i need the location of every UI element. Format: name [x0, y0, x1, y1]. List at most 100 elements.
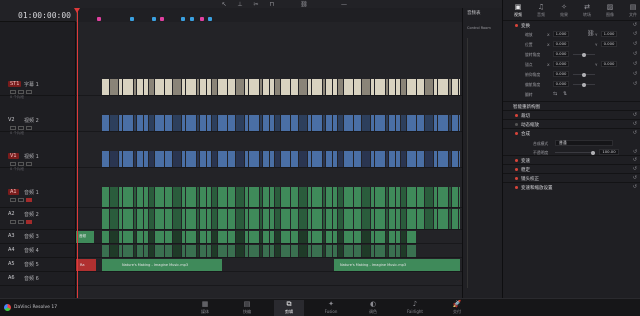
audio-clip[interactable] — [182, 231, 185, 243]
reset-icon[interactable]: ↺ — [633, 175, 637, 181]
audio-clip[interactable] — [449, 209, 451, 229]
video-clip[interactable] — [401, 115, 406, 131]
track-name[interactable]: 音频 5 — [24, 261, 39, 268]
video-clip[interactable] — [452, 151, 458, 167]
page-tab-5[interactable]: ♪ Fairlight — [400, 300, 430, 316]
timeline-area[interactable]: 音频 Nature's Making - Imagine Music.mp3 Nat… — [76, 22, 462, 298]
video-clip[interactable] — [102, 151, 109, 167]
video-clip[interactable] — [249, 151, 259, 167]
timeline-marker[interactable] — [200, 17, 204, 21]
audio-clip[interactable] — [123, 209, 133, 229]
audio-clip[interactable] — [291, 187, 298, 207]
audio-clip[interactable] — [137, 187, 143, 207]
audio-clip[interactable] — [134, 187, 136, 207]
audio-clip[interactable] — [459, 187, 460, 207]
subtitle-clip[interactable] — [218, 79, 227, 95]
audio-clip[interactable] — [123, 187, 133, 207]
subtitle-clip[interactable] — [326, 79, 332, 95]
pitch-field[interactable]: 0.000 — [553, 71, 569, 77]
audio-clip[interactable] — [173, 231, 181, 243]
video-clip[interactable] — [123, 115, 133, 131]
video-clip[interactable] — [323, 115, 325, 131]
page-tab-6[interactable]: 🚀 交付 — [442, 300, 472, 316]
audio-clip[interactable] — [407, 231, 416, 243]
audio-clip[interactable] — [459, 209, 460, 229]
video-clip[interactable] — [323, 151, 325, 167]
video-clip[interactable] — [173, 151, 181, 167]
audio-clip[interactable] — [212, 245, 217, 257]
reset-icon[interactable]: ↺ — [633, 130, 637, 136]
video-clip[interactable] — [354, 151, 361, 167]
video-clip[interactable] — [149, 151, 154, 167]
video-clip[interactable] — [459, 151, 460, 167]
audio-clip[interactable] — [389, 187, 395, 207]
audio-clip[interactable] — [165, 231, 172, 243]
audio-clip[interactable] — [228, 187, 235, 207]
audio-clip[interactable] — [312, 187, 322, 207]
video-clip[interactable] — [438, 115, 448, 131]
zoom-y-field[interactable]: 1.000 — [601, 31, 617, 37]
video-clip[interactable] — [308, 151, 311, 167]
audio-clip[interactable] — [389, 209, 395, 229]
track-header-st1[interactable]: ST1 字幕 1 0 个片段 — [0, 78, 76, 99]
audio-clip[interactable] — [299, 187, 307, 207]
audio-clip[interactable] — [434, 187, 437, 207]
timeline-marker[interactable] — [152, 17, 156, 21]
audio-clip[interactable] — [263, 187, 269, 207]
subtitle-clip[interactable] — [459, 79, 460, 95]
video-clip[interactable] — [326, 151, 332, 167]
video-clip[interactable] — [197, 151, 199, 167]
video-clip[interactable] — [182, 151, 185, 167]
audio-clip[interactable] — [236, 209, 244, 229]
audio-clip[interactable] — [362, 245, 370, 257]
audio-clip[interactable] — [333, 231, 337, 243]
video-clip[interactable] — [165, 151, 172, 167]
track-id[interactable]: A5 — [8, 261, 15, 267]
audio-clip[interactable] — [438, 209, 448, 229]
subtitle-clip[interactable] — [119, 79, 122, 95]
auto-select-icon[interactable] — [18, 126, 24, 130]
pitch-slider[interactable] — [573, 72, 595, 77]
video-clip[interactable] — [275, 115, 280, 131]
audio-clip[interactable] — [270, 245, 274, 257]
audio-clip[interactable] — [134, 209, 136, 229]
video-clip[interactable] — [291, 115, 298, 131]
enable-dot[interactable] — [515, 24, 518, 27]
audio-clip[interactable] — [333, 187, 337, 207]
enable-dot[interactable] — [515, 132, 518, 135]
audio-clip[interactable] — [182, 187, 185, 207]
video-clip[interactable] — [236, 151, 244, 167]
audio-clip[interactable] — [228, 209, 235, 229]
subtitle-clip[interactable] — [386, 79, 388, 95]
subtitle-clip[interactable] — [123, 79, 133, 95]
subtitle-clip[interactable] — [182, 79, 185, 95]
audio-clip[interactable] — [308, 209, 311, 229]
subtitle-clip[interactable] — [144, 79, 148, 95]
audio-clip[interactable] — [212, 231, 217, 243]
audio-clip[interactable] — [245, 245, 248, 257]
anchor-y-field[interactable]: 0.000 — [601, 61, 617, 67]
audio-clip[interactable] — [299, 209, 307, 229]
audio-clip[interactable] — [186, 187, 196, 207]
video-clip[interactable] — [263, 151, 269, 167]
reset-icon[interactable]: ↺ — [633, 112, 637, 118]
audio-clip[interactable] — [386, 187, 388, 207]
audio-clip[interactable] — [333, 209, 337, 229]
audio-clip[interactable] — [110, 209, 118, 229]
video-clip[interactable] — [165, 115, 172, 131]
track-name[interactable]: 视频 2 — [24, 117, 39, 124]
video-clip[interactable] — [186, 151, 196, 167]
audio-clip[interactable] — [182, 209, 185, 229]
audio-clip[interactable] — [434, 209, 437, 229]
audio-clip[interactable] — [401, 187, 406, 207]
audio-clip[interactable] — [323, 245, 325, 257]
audio-clip[interactable] — [425, 209, 433, 229]
audio-clip[interactable] — [119, 187, 122, 207]
audio-clip[interactable] — [165, 187, 172, 207]
video-clip[interactable] — [123, 151, 133, 167]
track-lane-v2[interactable] — [76, 114, 462, 132]
audio-clip[interactable] — [438, 187, 448, 207]
yaw-slider[interactable] — [573, 82, 595, 87]
audio-clip[interactable] — [245, 187, 248, 207]
video-clip[interactable] — [212, 151, 217, 167]
